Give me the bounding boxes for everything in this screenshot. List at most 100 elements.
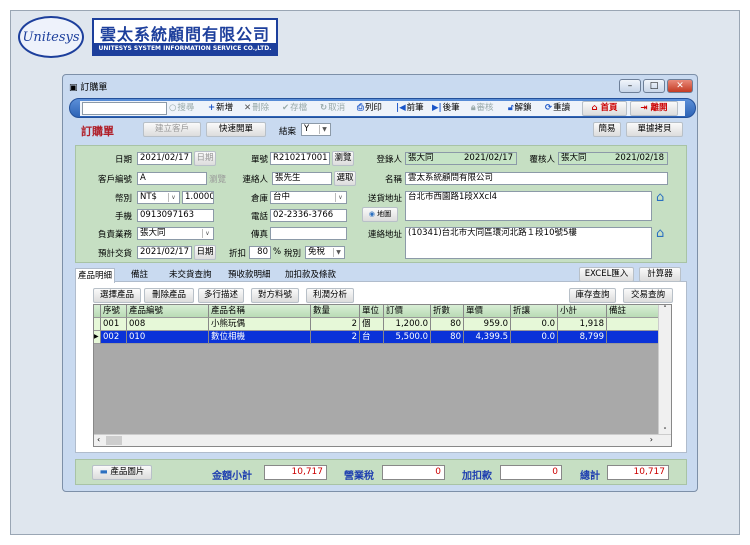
column-header[interactable]: 單價 (464, 305, 511, 318)
discount-field[interactable]: 80 (249, 246, 271, 259)
column-header[interactable]: 折讓 (511, 305, 558, 318)
product-image-label: 產品圖片 (110, 467, 145, 477)
exit-button[interactable]: ⇥ 離開 (630, 101, 678, 116)
order-no-label: 單號 (250, 155, 268, 165)
contact-address-label: 連絡地址 (367, 230, 402, 240)
next-button[interactable]: ▶|後筆 (432, 101, 460, 116)
currency-select[interactable]: NT$ ∨ (137, 191, 180, 204)
scroll-thumb[interactable] (106, 436, 122, 445)
cancel-button[interactable]: ↻取消 (320, 101, 345, 116)
copy-document-button[interactable]: 單據拷貝 (626, 122, 683, 137)
save-button[interactable]: ✔存檔 (282, 101, 307, 116)
table-cell: 4,399.5 (464, 331, 511, 344)
home-address-icon[interactable]: ⌂ (656, 190, 664, 205)
home-address-icon[interactable]: ⌂ (656, 226, 664, 241)
phone-label: 電話 (250, 212, 268, 222)
totals-bar: ▬ 產品圖片 金額小計 10,717 營業稅 0 加扣款 0 總計 10,717 (75, 459, 687, 485)
map-button[interactable]: ◉ 地圖 (362, 207, 398, 222)
total-value: 10,717 (607, 465, 669, 480)
reload-button[interactable]: ⟳重讀 (545, 101, 570, 116)
order-no-field[interactable]: R210217001 (270, 152, 330, 165)
next-label: 後筆 (442, 103, 460, 113)
globe-icon: ◉ (368, 210, 375, 218)
column-header[interactable]: 產品編號 (127, 305, 209, 318)
contact-pick-button[interactable]: 選取 (334, 171, 356, 186)
trade-query-button[interactable]: 交易查詢 (623, 288, 673, 303)
column-header[interactable]: 備註 (607, 305, 659, 318)
column-header[interactable]: 單位 (360, 305, 384, 318)
unlock-button[interactable]: 🔓︎解鎖 (508, 101, 532, 116)
simple-button[interactable]: 簡易 (593, 122, 621, 137)
phone-field[interactable]: 02-2336-3766 (270, 209, 347, 222)
order-browse-button[interactable]: 瀏覽 (332, 151, 354, 166)
vertical-scrollbar[interactable]: ˄ ˅ (658, 305, 671, 435)
window-title-text: 訂購單 (80, 83, 108, 93)
quick-order-button[interactable]: 快速開單 (206, 122, 266, 137)
stock-query-button[interactable]: 庫存查詢 (569, 288, 616, 303)
delete-button[interactable]: ✕刪除 (244, 101, 269, 116)
print-button[interactable]: ⎙列印 (357, 101, 382, 116)
plus-icon: + (208, 103, 216, 113)
multiline-description-button[interactable]: 多行描述 (198, 288, 244, 303)
close-button[interactable]: ✕ (667, 79, 693, 93)
tab-product-details[interactable]: 產品明細 (75, 268, 116, 283)
warehouse-label: 倉庫 (250, 194, 268, 204)
contact-field[interactable]: 張先生 (272, 172, 332, 185)
partner-part-no-button[interactable]: 對方料號 (251, 288, 299, 303)
table-cell: 0.0 (511, 331, 558, 344)
date-field[interactable]: 2021/02/17 (137, 152, 192, 165)
remove-product-button[interactable]: 刪除產品 (144, 288, 194, 303)
order-form: 日期 2021/02/17 日期 單號 R210217001 瀏覽 登錄人 張大… (75, 145, 687, 263)
total-label: 總計 (580, 471, 600, 482)
prev-button[interactable]: |◀前筆 (396, 101, 424, 116)
column-header[interactable]: 數量 (311, 305, 360, 318)
excel-import-button[interactable]: EXCEL匯入 (579, 267, 634, 282)
unlock-icon: 🔓︎ (508, 103, 514, 113)
search-button[interactable]: ○搜尋 (169, 101, 194, 116)
column-header[interactable]: 折數 (431, 305, 464, 318)
product-image-button[interactable]: ▬ 產品圖片 (92, 465, 152, 480)
exchange-rate-field[interactable]: 1.0000 (182, 191, 214, 204)
column-header[interactable]: 小計 (558, 305, 607, 318)
contact-address-field[interactable]: (10341)台北市大同區環河北路１段10號5樓 (405, 227, 652, 259)
print-label: 列印 (364, 103, 382, 113)
cancel-label: 取消 (328, 103, 346, 113)
tab-prepayment[interactable]: 預收款明細 (228, 268, 271, 283)
create-customer-button[interactable]: 建立客戶 (143, 122, 201, 137)
sales-select[interactable]: 張大同 ∨ (137, 227, 214, 240)
customer-no-field[interactable]: A (137, 172, 207, 185)
customer-browse-button[interactable]: 瀏覽 (209, 173, 226, 185)
row-indicator[interactable] (94, 318, 101, 331)
ship-address-field[interactable]: 台北市西園路1段XXcl4 (405, 191, 652, 221)
mobile-field[interactable]: 0913097163 (137, 209, 214, 222)
column-header[interactable]: 序號 (101, 305, 127, 318)
search-input[interactable] (82, 102, 167, 115)
delivery-date-field[interactable]: 2021/02/17 (137, 246, 192, 259)
date-picker-button[interactable]: 日期 (194, 151, 216, 166)
warehouse-select[interactable]: 台中 ∨ (270, 191, 347, 204)
column-header[interactable]: 訂價 (384, 305, 431, 318)
tab-notes[interactable]: 備註 (131, 268, 148, 283)
select-product-button[interactable]: 選擇產品 (93, 288, 141, 303)
tab-undelivered[interactable]: 未交貨查詢 (169, 268, 212, 283)
tax-type-select[interactable]: 免稅 ▼ (305, 246, 345, 259)
tax-value: 0 (382, 465, 445, 480)
customer-name-field[interactable]: 雲太系統顧問有限公司 (405, 172, 668, 185)
minimize-button[interactable]: – (619, 79, 641, 93)
reviewer-label: 覆核人 (529, 155, 555, 165)
audit-button[interactable]: 🔒︎審核 (471, 101, 494, 116)
closed-select[interactable]: Y ▼ (301, 123, 331, 136)
maximize-button[interactable]: □ (643, 79, 665, 93)
horizontal-scrollbar[interactable]: ‹ › (94, 434, 671, 446)
row-indicator[interactable]: ▶ (94, 331, 101, 344)
delivery-date-button[interactable]: 日期 (194, 245, 216, 260)
calculator-button[interactable]: 計算器 (639, 267, 681, 282)
home-button[interactable]: ⌂ 首頁 (582, 101, 627, 116)
new-button[interactable]: +新增 (208, 101, 233, 116)
save-label: 存檔 (290, 103, 308, 113)
fax-field[interactable] (270, 227, 347, 240)
profit-analysis-button[interactable]: 利潤分析 (306, 288, 354, 303)
tab-adjustments[interactable]: 加扣款及條款 (285, 268, 336, 283)
column-header[interactable]: 產品名稱 (209, 305, 311, 318)
scroll-up-icon: ˄ (663, 305, 667, 313)
